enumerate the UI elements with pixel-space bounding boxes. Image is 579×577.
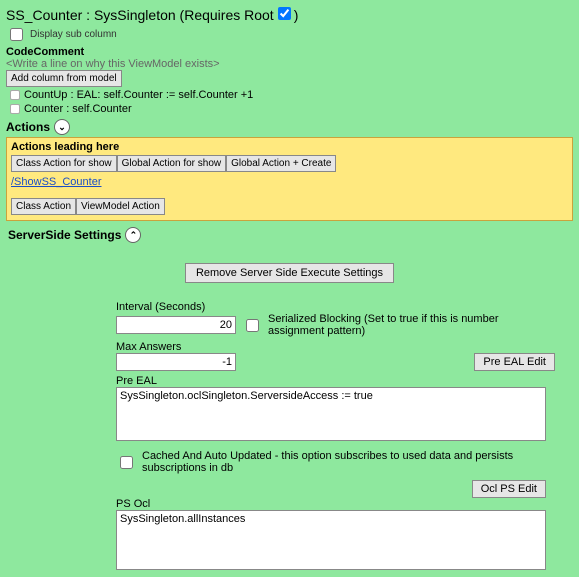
remove-settings-row: Remove Server Side Execute Settings <box>12 263 567 283</box>
cached-row: Cached And Auto Updated - this option su… <box>116 450 555 474</box>
pre-eal-textarea[interactable] <box>116 387 546 441</box>
cached-auto-updated-checkbox[interactable] <box>120 456 133 469</box>
requires-root-checkbox[interactable] <box>278 7 291 20</box>
actions-panel: Actions leading here Class Action for sh… <box>6 137 573 221</box>
max-answers-label: Max Answers <box>116 341 555 353</box>
interval-row: Serialized Blocking (Set to true if this… <box>116 313 555 337</box>
property-icon <box>10 104 20 114</box>
actions-expander[interactable]: ⌄ <box>54 119 70 135</box>
max-answers-row: Pre EAL Edit <box>116 353 555 371</box>
viewmodel-action-button[interactable]: ViewModel Action <box>76 198 165 215</box>
serverside-body: Remove Server Side Execute Settings Inte… <box>6 245 573 577</box>
title-suffix: ) <box>294 7 299 23</box>
cached-auto-updated-label: Cached And Auto Updated - this option su… <box>142 450 555 474</box>
global-action-create-button[interactable]: Global Action + Create <box>226 155 336 172</box>
code-comment-placeholder[interactable]: <Write a line on why this ViewModel exis… <box>6 58 573 70</box>
serialized-blocking-label: Serialized Blocking (Set to true if this… <box>268 313 555 337</box>
display-sub-column-row: Display sub column <box>6 25 573 44</box>
member-countup[interactable]: CountUp : EAL: self.Counter := self.Coun… <box>10 89 573 101</box>
serverside-form: Interval (Seconds) Serialized Blocking (… <box>116 301 555 573</box>
interval-input[interactable] <box>116 316 236 334</box>
remove-serverside-settings-button[interactable]: Remove Server Side Execute Settings <box>185 263 394 283</box>
global-action-show-button[interactable]: Global Action for show <box>117 155 227 172</box>
serverside-expander[interactable]: ⌃ <box>125 227 141 243</box>
class-action-show-button[interactable]: Class Action for show <box>11 155 117 172</box>
member-counter-text: Counter : self.Counter <box>24 103 132 115</box>
ps-ocl-textarea[interactable] <box>116 510 546 570</box>
serialized-blocking-checkbox[interactable] <box>246 319 259 332</box>
display-sub-column-label: Display sub column <box>30 29 117 40</box>
show-ss-counter-link[interactable]: /ShowSS_Counter <box>11 176 102 188</box>
interval-label: Interval (Seconds) <box>116 301 555 313</box>
viewmodel-editor-panel: SS_Counter : SysSingleton (Requires Root… <box>0 0 579 515</box>
display-sub-column-checkbox[interactable] <box>10 28 23 41</box>
code-comment-label: CodeComment <box>6 46 573 58</box>
ps-ocl-label: PS Ocl <box>116 498 555 510</box>
add-column-button[interactable]: Add column from model <box>6 70 122 87</box>
member-counter[interactable]: Counter : self.Counter <box>10 103 573 115</box>
title-text: SS_Counter : SysSingleton (Requires Root <box>6 7 274 23</box>
actions-top-buttons: Class Action for showGlobal Action for s… <box>11 155 568 172</box>
ocl-ps-btn-row: Ocl PS Edit <box>116 480 546 498</box>
class-action-button[interactable]: Class Action <box>11 198 76 215</box>
max-answers-input[interactable] <box>116 353 236 371</box>
actions-header: Actions ⌄ <box>6 119 573 135</box>
pre-eal-edit-button[interactable]: Pre EAL Edit <box>474 353 555 371</box>
pre-eal-label: Pre EAL <box>116 375 555 387</box>
serverside-header: ServerSide Settings ⌃ <box>8 227 573 243</box>
actions-bottom-buttons: Class ActionViewModel Action <box>11 198 568 215</box>
member-countup-text: CountUp : EAL: self.Counter := self.Coun… <box>24 89 253 101</box>
actions-leading-label: Actions leading here <box>11 141 568 153</box>
ocl-ps-edit-button[interactable]: Ocl PS Edit <box>472 480 546 498</box>
header-title-row: SS_Counter : SysSingleton (Requires Root… <box>6 4 573 23</box>
serverside-header-label: ServerSide Settings <box>8 228 121 242</box>
actions-header-label: Actions <box>6 120 50 134</box>
method-icon <box>10 90 20 100</box>
